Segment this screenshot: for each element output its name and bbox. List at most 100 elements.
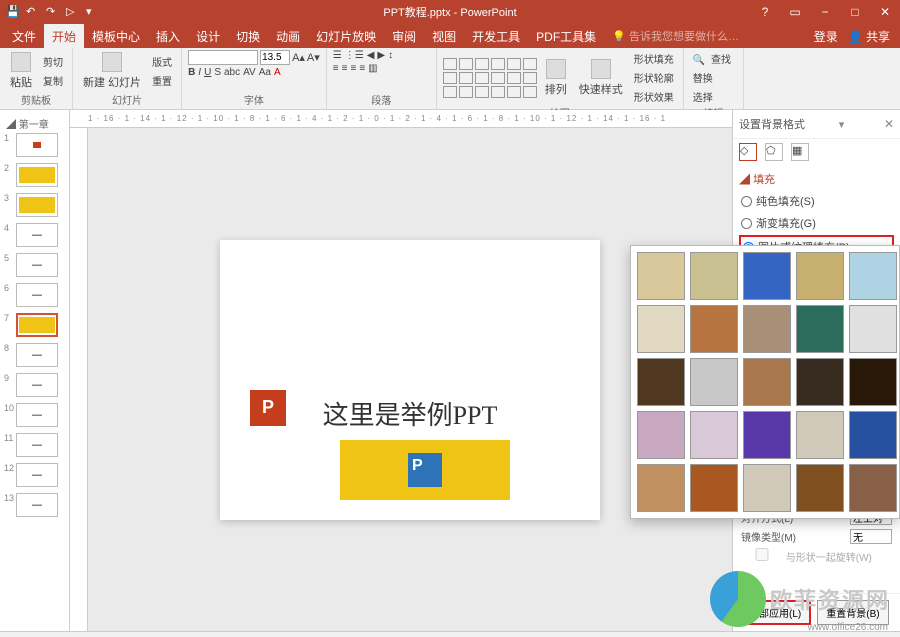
underline-button[interactable]: U (204, 67, 211, 78)
bold-button[interactable]: B (188, 67, 195, 78)
change-case-button[interactable]: Aa (259, 67, 271, 78)
font-color-button[interactable]: A (274, 67, 281, 78)
align-right-button[interactable]: ≡ (350, 63, 356, 74)
justify-button[interactable]: ≡ (359, 63, 365, 74)
tab-animations[interactable]: 动画 (268, 24, 308, 49)
slide-editor[interactable]: P 这里是举例PPT (220, 240, 600, 520)
slide-thumbnail[interactable]: 12▬▬ (4, 463, 65, 487)
quick-styles-button[interactable]: 快速样式 (575, 57, 627, 99)
replace-button[interactable]: 替换 (690, 69, 737, 86)
tab-home[interactable]: 开始 (44, 24, 84, 49)
slide-title-text[interactable]: 这里是举例PPT (323, 395, 498, 432)
texture-swatch[interactable] (637, 252, 685, 300)
decrease-indent-button[interactable]: ◀ (367, 50, 375, 61)
shadow-button[interactable]: S (214, 67, 221, 78)
increase-font-icon[interactable]: A▴ (292, 51, 305, 64)
mirror-select[interactable] (850, 529, 892, 544)
texture-swatch[interactable] (849, 411, 897, 459)
save-icon[interactable]: 💾 (6, 5, 20, 19)
slide-thumbnail[interactable]: 6▬▬ (4, 283, 65, 307)
effects-tab-icon[interactable]: ⬠ (765, 143, 783, 161)
texture-swatch[interactable] (690, 411, 738, 459)
texture-swatch[interactable] (796, 464, 844, 512)
arrange-button[interactable]: 排列 (541, 57, 571, 99)
shape-fill-button[interactable]: 形状填充 (631, 50, 677, 67)
solid-fill-radio[interactable]: 纯色填充(S) (741, 193, 892, 209)
slide-thumbnail[interactable]: 5▬▬ (4, 253, 65, 277)
pane-close-icon[interactable]: ✕ (884, 117, 894, 131)
fill-tab-icon[interactable]: ◇ (739, 143, 757, 161)
help-icon[interactable]: ? (750, 0, 780, 24)
reset-button[interactable]: 重置 (149, 72, 175, 89)
texture-swatch[interactable] (743, 252, 791, 300)
dropdown-icon[interactable]: ▾ (86, 5, 100, 19)
undo-icon[interactable]: ↶ (26, 5, 40, 19)
maximize-icon[interactable]: □ (840, 0, 870, 24)
slide-thumbnail[interactable]: 3 (4, 193, 65, 217)
pane-pin-icon[interactable]: ▾ (839, 118, 845, 131)
texture-swatch[interactable] (690, 358, 738, 406)
close-icon[interactable]: ✕ (870, 0, 900, 24)
align-left-button[interactable]: ≡ (333, 63, 339, 74)
texture-swatch[interactable] (743, 305, 791, 353)
shapes-gallery[interactable] (443, 58, 537, 98)
font-family-select[interactable] (188, 50, 258, 65)
picture-tab-icon[interactable]: ▦ (791, 143, 809, 161)
shape-outline-button[interactable]: 形状轮廓 (631, 69, 677, 86)
numbering-button[interactable]: ⋮☰ (345, 50, 364, 61)
tab-file[interactable]: 文件 (4, 24, 44, 49)
font-size-input[interactable] (260, 50, 290, 65)
slide-thumbnail[interactable]: 1 (4, 133, 65, 157)
ribbon-toggle-icon[interactable]: ▭ (780, 0, 810, 24)
italic-button[interactable]: I (198, 67, 201, 78)
texture-swatch[interactable] (743, 464, 791, 512)
find-button[interactable]: 🔍 查找 (690, 50, 737, 67)
texture-swatch[interactable] (637, 305, 685, 353)
texture-swatch[interactable] (637, 358, 685, 406)
texture-swatch[interactable] (849, 252, 897, 300)
tab-slideshow[interactable]: 幻灯片放映 (308, 24, 384, 49)
texture-swatch[interactable] (743, 411, 791, 459)
slide-thumbnail[interactable]: 10▬▬ (4, 403, 65, 427)
login-link[interactable]: 登录 (814, 28, 838, 45)
texture-swatch[interactable] (796, 305, 844, 353)
section-label[interactable]: ◢ 第一章 (4, 114, 65, 133)
tab-transitions[interactable]: 切换 (228, 24, 268, 49)
slide-thumbnail[interactable]: 2 (4, 163, 65, 187)
texture-swatch[interactable] (690, 464, 738, 512)
paste-button[interactable]: 粘贴 (6, 50, 36, 92)
tab-insert[interactable]: 插入 (148, 24, 188, 49)
slideshow-icon[interactable]: ▷ (66, 5, 80, 19)
cut-button[interactable]: 剪切 (40, 53, 66, 70)
bullets-button[interactable]: ☰ (333, 50, 342, 61)
decrease-font-icon[interactable]: A▾ (307, 51, 320, 64)
tab-design[interactable]: 设计 (188, 24, 228, 49)
rotate-with-shape-checkbox[interactable]: 与形状一起旋转(W) (741, 548, 872, 564)
yellow-shape[interactable] (340, 440, 510, 500)
redo-icon[interactable]: ↷ (46, 5, 60, 19)
texture-swatch[interactable] (849, 358, 897, 406)
slide-thumbnail[interactable]: 4▬▬ (4, 223, 65, 247)
layout-button[interactable]: 版式 (149, 53, 175, 70)
texture-swatch[interactable] (637, 464, 685, 512)
columns-button[interactable]: ▥ (368, 63, 377, 74)
texture-swatch[interactable] (849, 305, 897, 353)
share-button[interactable]: 👤 共享 (848, 28, 890, 45)
tab-review[interactable]: 审阅 (384, 24, 424, 49)
shape-effects-button[interactable]: 形状效果 (631, 88, 677, 105)
align-center-button[interactable]: ≡ (342, 63, 348, 74)
strikethrough-button[interactable]: abc (224, 67, 240, 78)
slide-thumbnail[interactable]: 13▬▬ (4, 493, 65, 517)
texture-swatch[interactable] (849, 464, 897, 512)
slide-thumbnail[interactable]: 7 (4, 313, 65, 337)
char-spacing-button[interactable]: AV (243, 67, 256, 78)
slide-thumbnail[interactable]: 8▬▬ (4, 343, 65, 367)
line-spacing-button[interactable]: ↕ (388, 50, 393, 61)
texture-swatch[interactable] (690, 252, 738, 300)
fill-section-header[interactable]: ◢ 填充 (733, 165, 900, 191)
gradient-fill-radio[interactable]: 渐变填充(G) (741, 215, 892, 231)
tab-developer[interactable]: 开发工具 (464, 24, 528, 49)
slide-thumbnail[interactable]: 11▬▬ (4, 433, 65, 457)
increase-indent-button[interactable]: ▶ (377, 50, 385, 61)
new-slide-button[interactable]: 新建 幻灯片 (79, 50, 145, 92)
